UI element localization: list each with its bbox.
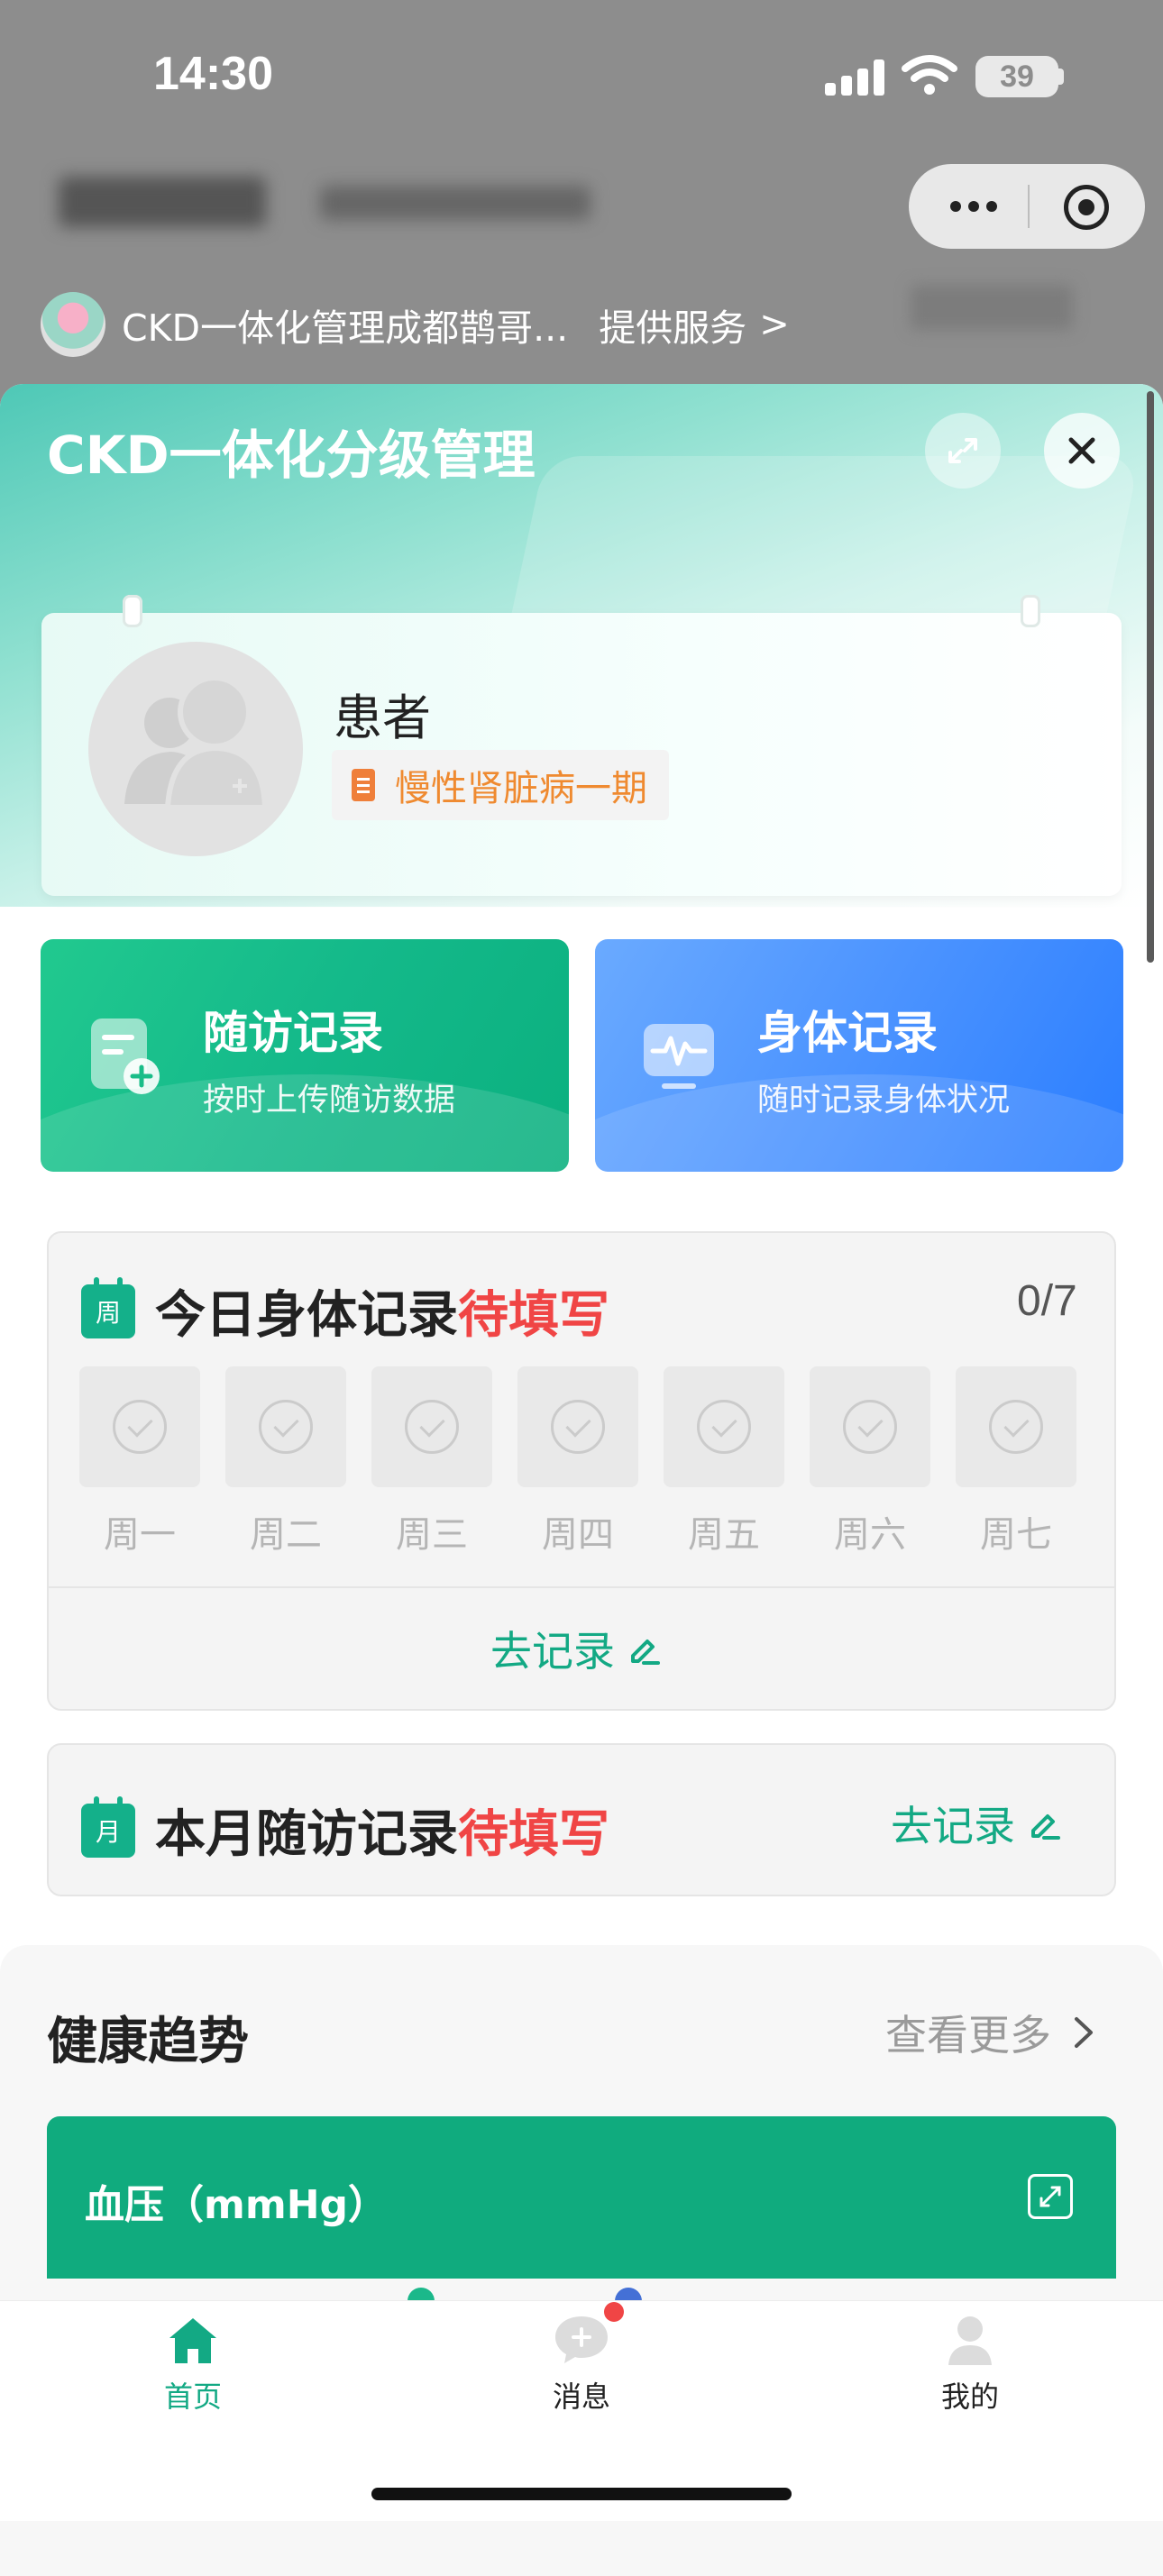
monthly-go-record-button[interactable]: 去记录	[891, 1794, 1062, 1853]
day-label: 周四	[542, 1514, 614, 1556]
followup-doc-icon	[91, 1019, 160, 1094]
edit-pen-icon	[631, 1640, 660, 1665]
disease-stage-label: 慢性肾脏病一期	[395, 768, 647, 809]
day-label: 周二	[250, 1514, 322, 1556]
chevron-right-icon	[1075, 2017, 1093, 2048]
daily-go-record-button[interactable]: 去记录	[490, 1619, 662, 1678]
daily-record-heading: 周 今日身体记录 待填写	[81, 1274, 609, 1347]
day-check-box[interactable]	[956, 1366, 1076, 1487]
day-check-box[interactable]	[664, 1366, 784, 1487]
followup-card-subtitle: 按时上传随访数据	[203, 1082, 456, 1119]
day-check-box[interactable]	[79, 1366, 200, 1487]
blurred-service-extra	[911, 285, 1073, 330]
message-icon	[555, 2316, 608, 2363]
daily-record-title: 今日身体记录	[155, 1286, 458, 1345]
sheet-title: CKD一体化分级管理	[47, 425, 536, 486]
service-provide-label: 提供服务	[599, 306, 747, 350]
close-sheet-button[interactable]	[1044, 413, 1120, 489]
day-check-box[interactable]	[517, 1366, 638, 1487]
blood-pressure-title: 血压（mmHg）	[85, 2182, 389, 2228]
monthly-record-heading: 月 本月随访记录 待填写	[81, 1794, 609, 1867]
service-provider-row[interactable]: CKD一体化管理成都鹊哥... 提供服务 >	[41, 288, 790, 361]
go-record-label: 去记录	[490, 1627, 615, 1676]
battery-indicator: 39	[975, 56, 1058, 97]
profile-icon	[948, 2316, 992, 2365]
cellular-signal-icon	[825, 59, 884, 96]
card-pin-left-front	[123, 595, 142, 627]
day-label: 周三	[396, 1514, 468, 1556]
day-label: 周六	[834, 1514, 906, 1556]
view-more-label: 查看更多	[885, 2011, 1051, 2060]
more-options-icon[interactable]	[938, 185, 1010, 228]
close-miniprogram-icon[interactable]	[1064, 185, 1109, 230]
tab-messages[interactable]: 消息	[491, 2313, 672, 2416]
day-check-box[interactable]	[371, 1366, 492, 1487]
expand-sheet-button[interactable]	[925, 413, 1001, 489]
wifi-icon	[902, 55, 957, 95]
health-trend-title: 健康趋势	[47, 2013, 249, 2071]
medical-record-icon	[352, 769, 375, 801]
day-check-box[interactable]	[810, 1366, 930, 1487]
status-time: 14:30	[153, 48, 273, 100]
monthly-record-title: 本月随访记录	[155, 1805, 458, 1864]
divider	[49, 1586, 1114, 1588]
service-avatar	[41, 292, 105, 357]
body-card-subtitle: 随时记录身体状况	[757, 1082, 1011, 1119]
monthly-record-status: 待填写	[458, 1805, 609, 1864]
tab-home-label: 首页	[163, 2380, 222, 2414]
unread-badge	[604, 2302, 624, 2322]
patient-avatar[interactable]	[88, 642, 303, 856]
followup-record-card[interactable]: 随访记录 按时上传随访数据	[41, 939, 569, 1172]
tab-profile[interactable]: 我的	[880, 2313, 1060, 2416]
blurred-app-title	[59, 169, 591, 233]
view-more-link[interactable]: 查看更多	[885, 2003, 1102, 2062]
tab-home[interactable]: 首页	[103, 2313, 283, 2416]
monitor-icon	[644, 1024, 714, 1089]
tab-profile-label: 我的	[940, 2380, 999, 2414]
home-indicator	[371, 2488, 792, 2500]
daily-record-status: 待填写	[458, 1286, 609, 1345]
chevron-right-icon: >	[759, 304, 790, 345]
month-calendar-icon: 月	[81, 1795, 135, 1858]
body-record-card[interactable]: 身体记录 随时记录身体状况	[595, 939, 1123, 1172]
card-pin-right-front	[1021, 595, 1040, 627]
battery-nub	[1058, 69, 1064, 85]
home-icon	[169, 2318, 216, 2363]
capsule-divider	[1028, 185, 1030, 228]
body-card-title: 身体记录	[757, 1007, 938, 1059]
go-record-label: 去记录	[891, 1802, 1015, 1850]
week-calendar-icon: 周	[81, 1276, 135, 1338]
expand-icon	[948, 438, 977, 463]
service-name: CKD一体化管理成都鹊哥...	[122, 306, 569, 350]
user-group-icon	[124, 675, 269, 810]
day-check-box[interactable]	[225, 1366, 346, 1487]
daily-record-count: 0/7	[1017, 1277, 1077, 1325]
scrollbar[interactable]	[1147, 391, 1154, 963]
patient-name: 患者	[334, 690, 431, 746]
fullscreen-icon[interactable]	[1028, 2174, 1073, 2219]
day-label: 周一	[104, 1514, 176, 1556]
day-label: 周五	[688, 1514, 760, 1556]
close-icon	[1068, 437, 1095, 464]
disease-stage-tag: 慢性肾脏病一期	[332, 750, 669, 820]
edit-pen-icon	[1031, 1814, 1060, 1840]
followup-card-title: 随访记录	[203, 1007, 383, 1059]
tab-messages-label: 消息	[552, 2380, 610, 2414]
day-label: 周七	[980, 1514, 1052, 1556]
